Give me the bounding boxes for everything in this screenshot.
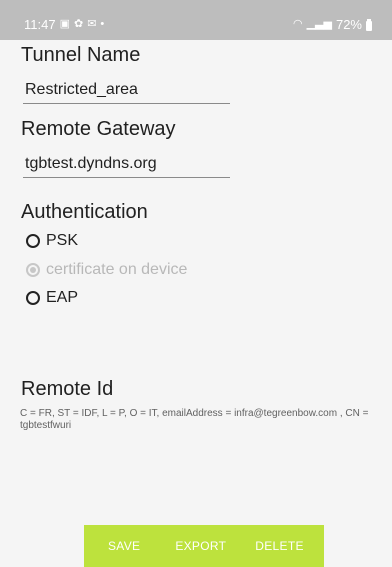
clock: 11:47 xyxy=(24,17,56,32)
remote-gateway-label: Remote Gateway xyxy=(21,118,176,140)
signal-icon: ▁▃▅ xyxy=(306,18,332,30)
radio-certificate xyxy=(26,263,40,277)
action-bar: SAVE EXPORT DELETE xyxy=(84,525,324,567)
radio-eap-label: EAP xyxy=(46,289,79,306)
tunnel-name-label: Tunnel Name xyxy=(21,44,141,66)
remote-id-label: Remote Id xyxy=(21,378,114,400)
image-icon: ▣ xyxy=(59,18,70,30)
delete-button[interactable]: DELETE xyxy=(255,539,303,553)
status-bar-right: ◠ ▁▃▅ 72% xyxy=(293,17,372,32)
remote-gateway-input[interactable] xyxy=(23,151,232,177)
save-button[interactable]: SAVE xyxy=(108,539,140,553)
wifi-icon: ◠ xyxy=(292,18,303,30)
radio-psk[interactable] xyxy=(26,234,40,248)
status-bar-left: 11:47 ▣ ✿ ✉ • xyxy=(24,17,104,32)
radio-certificate-label: certificate on device xyxy=(46,261,188,278)
auth-option-eap[interactable]: EAP xyxy=(26,289,78,307)
gear-icon: ✿ xyxy=(73,18,84,30)
battery-percent: 72% xyxy=(335,17,362,32)
tunnel-name-field[interactable] xyxy=(23,77,232,104)
remote-id-value: C = FR, ST = IDF, L = P, O = IT, emailAd… xyxy=(20,408,369,431)
radio-eap[interactable] xyxy=(26,291,40,305)
auth-option-certificate: certificate on device xyxy=(26,261,187,279)
status-bar: 11:47 ▣ ✿ ✉ • ◠ ▁▃▅ 72% xyxy=(0,0,392,40)
mail-icon: ✉ xyxy=(87,18,97,30)
tunnel-name-input[interactable] xyxy=(23,77,232,103)
radio-psk-label: PSK xyxy=(46,232,79,249)
auth-option-psk[interactable]: PSK xyxy=(26,232,78,250)
remote-gateway-field[interactable] xyxy=(23,151,232,178)
export-button[interactable]: EXPORT xyxy=(175,539,226,553)
dot-icon: • xyxy=(100,18,105,30)
authentication-label: Authentication xyxy=(21,201,148,223)
battery-icon xyxy=(366,18,372,31)
